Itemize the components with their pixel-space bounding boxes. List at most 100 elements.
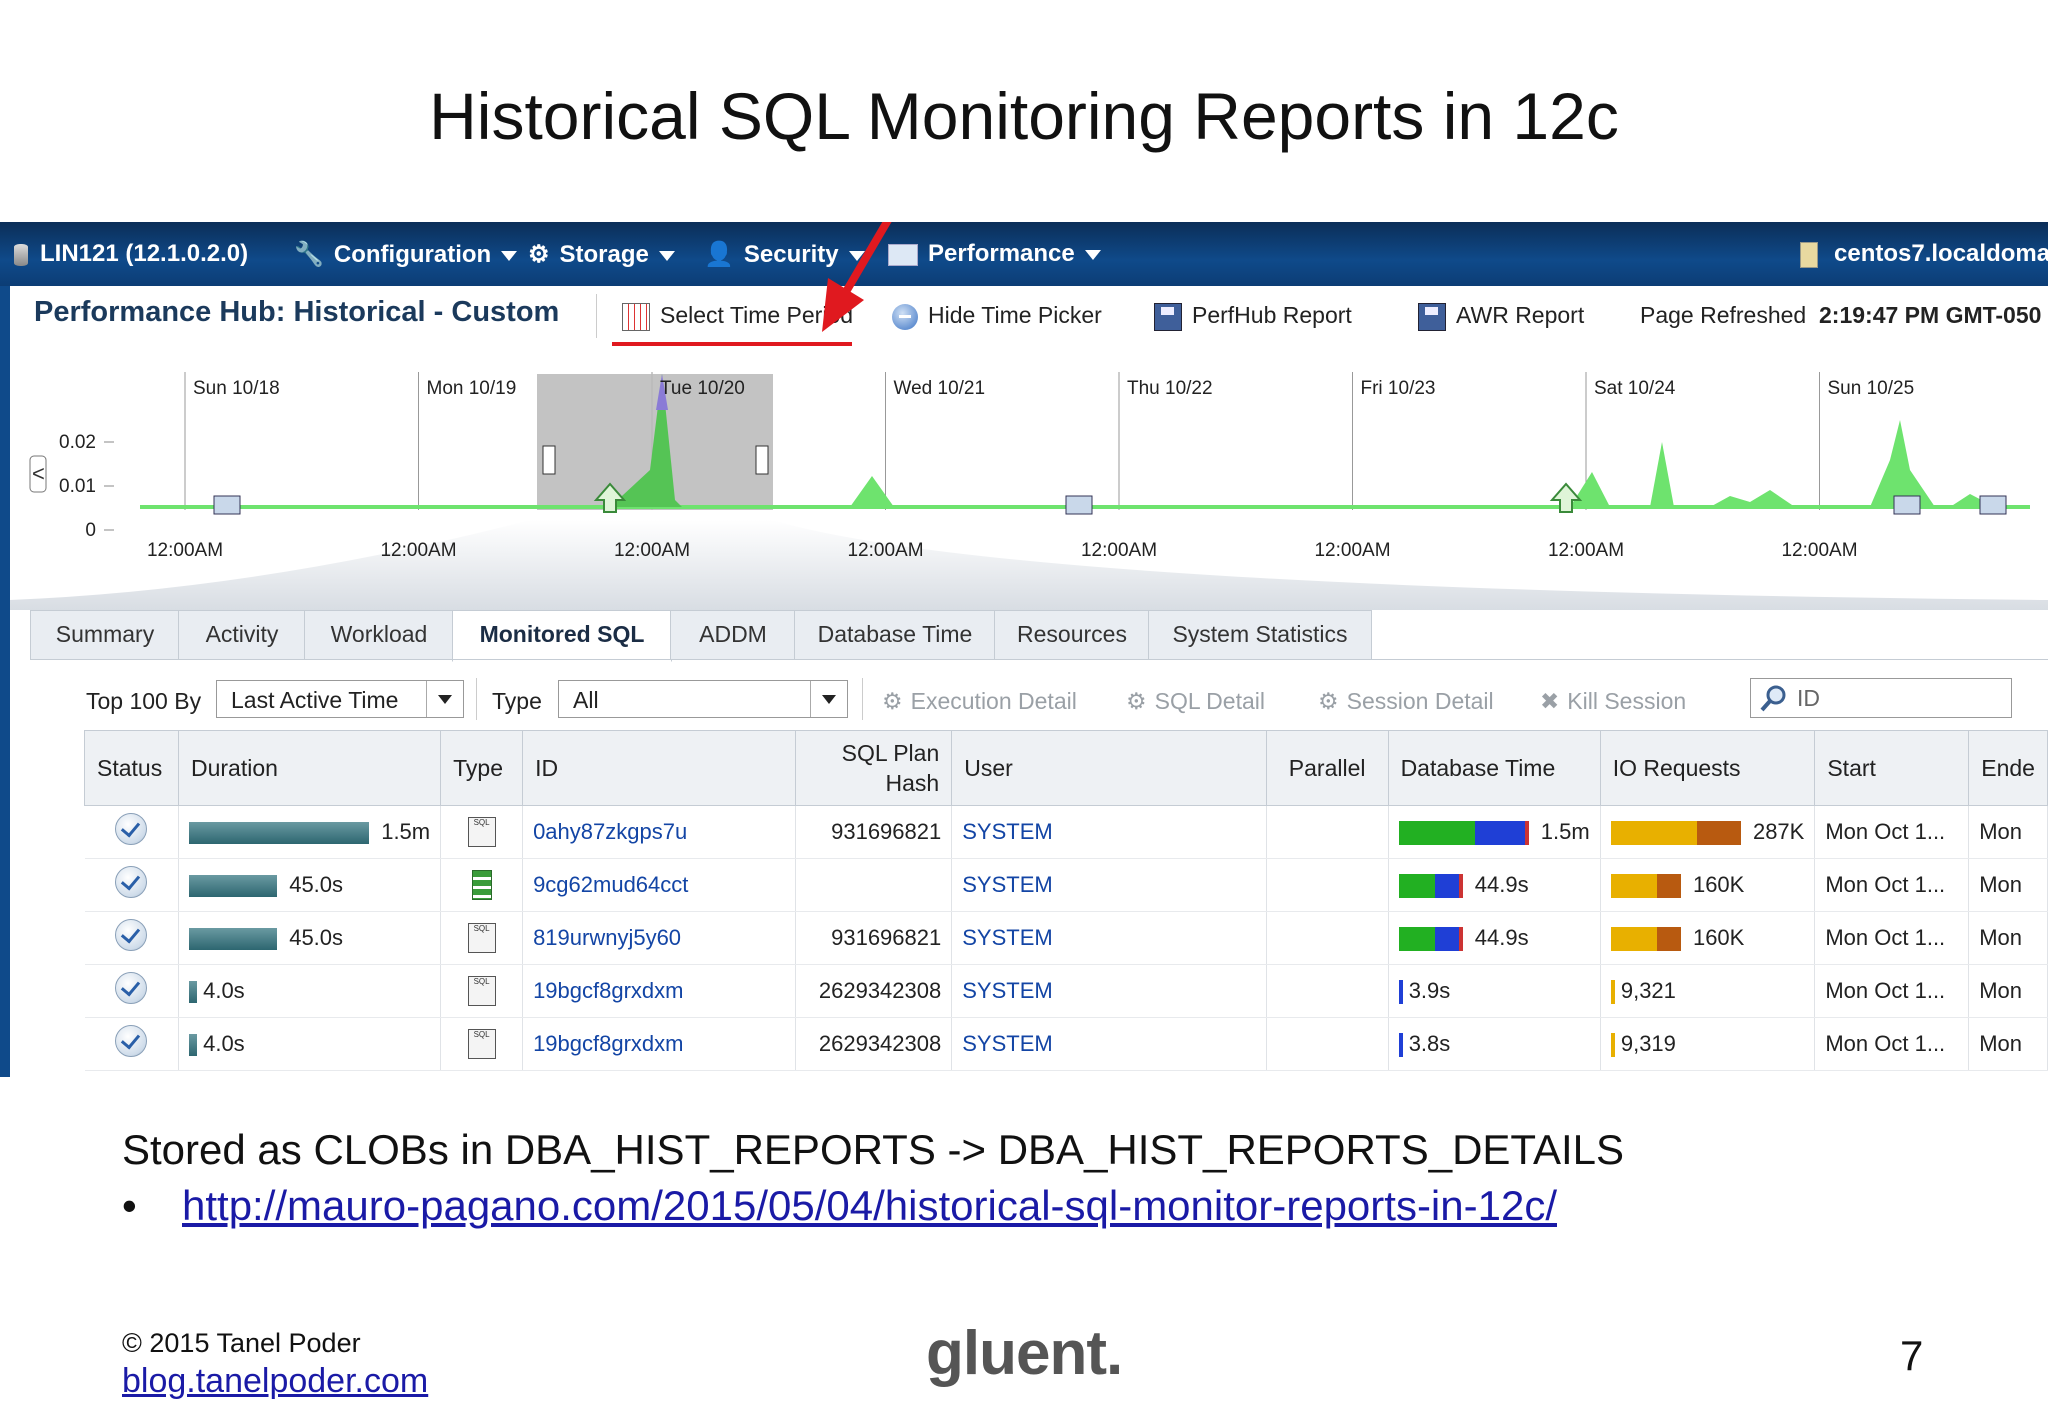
button-label: SQL Detail: [1154, 688, 1265, 714]
user-link[interactable]: SYSTEM: [962, 872, 1052, 897]
tab-system-statistics[interactable]: System Statistics: [1148, 610, 1372, 660]
type-cell: SQL: [440, 1017, 524, 1071]
search-input[interactable]: ID: [1750, 678, 2012, 718]
divider: [596, 294, 597, 338]
sql-id-link[interactable]: 819urwnyj5y60: [533, 925, 681, 950]
camera-icon[interactable]: [1065, 495, 1093, 515]
read-segment: [1610, 1033, 1615, 1058]
plan-hash-cell: 2629342308: [795, 964, 953, 1018]
column-header-status[interactable]: Status: [84, 730, 179, 806]
collapse-label: <: [32, 461, 45, 486]
save-disk-icon: [1154, 302, 1182, 331]
column-header-user[interactable]: User: [951, 730, 1267, 806]
day-label: Tue 10/20: [660, 378, 745, 399]
table-row[interactable]: 4.0s SQL 19bgcf8grxdxm 2629342308 SYSTEM…: [84, 964, 2048, 1018]
menu-label: Storage: [559, 241, 649, 268]
reference-link[interactable]: http://mauro-pagano.com/2015/05/04/histo…: [182, 1182, 1557, 1230]
button-label: Kill Session: [1567, 688, 1687, 714]
sql-id-link[interactable]: 19bgcf8grxdxm: [533, 978, 683, 1003]
type-select[interactable]: All: [558, 680, 848, 718]
user-cell: SYSTEM: [951, 911, 1267, 965]
select-value: Last Active Time: [231, 687, 399, 713]
sql-id-link[interactable]: 0ahy87zkgps7u: [533, 819, 687, 844]
window-right-handle[interactable]: [755, 445, 769, 475]
host-menu[interactable]: centos7.localdomain: [1800, 240, 2048, 268]
duration-cell: 4.0s: [178, 1017, 442, 1071]
status-cell: [84, 964, 179, 1018]
time-label: 12:00AM: [380, 540, 456, 561]
execution-detail-button[interactable]: ⚙ Execution Detail: [882, 688, 1077, 715]
table-row[interactable]: 45.0s 9cg62mud64cct SYSTEM 44.9s 160K Mo…: [84, 858, 2048, 912]
y-tick: 0: [85, 520, 96, 541]
window-left-handle[interactable]: [542, 445, 556, 475]
table-row[interactable]: 1.5m SQL 0ahy87zkgps7u 931696821 SYSTEM …: [84, 805, 2048, 859]
gear-icon: ⚙: [528, 241, 550, 268]
header-line: SQL Plan: [841, 740, 940, 766]
status-cell: [84, 858, 179, 912]
column-header-sql-plan-hash[interactable]: SQL Plan Hash: [795, 730, 953, 806]
sql-detail-button[interactable]: ⚙ SQL Detail: [1126, 688, 1265, 715]
time-label: 12:00AM: [1081, 540, 1157, 561]
start-cell: Mon Oct 1...: [1814, 911, 1970, 965]
status-done-icon: [115, 866, 148, 898]
io-requests-cell: 9,319: [1600, 1017, 1816, 1071]
chevron-down-icon: [810, 681, 847, 717]
tab-activity[interactable]: Activity: [178, 610, 306, 660]
sql-id-link[interactable]: 9cg62mud64cct: [533, 872, 688, 897]
column-header-id[interactable]: ID: [522, 730, 797, 806]
tab-database-time[interactable]: Database Time: [794, 610, 996, 660]
table-row[interactable]: 4.0s SQL 19bgcf8grxdxm 2629342308 SYSTEM…: [84, 1017, 2048, 1071]
menu-storage[interactable]: ⚙ Storage: [528, 240, 675, 269]
kill-session-button[interactable]: ✖ Kill Session: [1540, 688, 1686, 715]
user-link[interactable]: SYSTEM: [962, 1031, 1052, 1056]
duration-bar: [188, 928, 277, 951]
session-detail-button[interactable]: ⚙ Session Detail: [1318, 688, 1494, 715]
tab-addm[interactable]: ADDM: [670, 610, 796, 660]
sql-id-link[interactable]: 19bgcf8grxdxm: [533, 1031, 683, 1056]
top-by-select[interactable]: Last Active Time: [216, 680, 464, 718]
column-header-database-time[interactable]: Database Time: [1387, 730, 1601, 806]
time-picker-chart[interactable]: < 0.02 0.01 0 Sun 10/18 Mon 10/19 Tue 10/2…: [10, 350, 2048, 610]
tab-monitored-sql[interactable]: Monitored SQL: [452, 610, 672, 662]
read-segment: [1610, 874, 1657, 899]
tab-workload[interactable]: Workload: [304, 610, 454, 660]
user-link[interactable]: SYSTEM: [962, 819, 1052, 844]
duration-cell: 1.5m: [178, 805, 442, 859]
id-cell: 19bgcf8grxdxm: [522, 964, 797, 1018]
page-title: Performance Hub: Historical - Custom: [34, 296, 560, 328]
duration-value: 4.0s: [203, 978, 245, 1003]
column-header-parallel[interactable]: Parallel: [1265, 730, 1389, 806]
column-header-ended[interactable]: Ende: [1968, 730, 2048, 806]
activity-spike-wed: [850, 476, 894, 507]
end-cell: Mon: [1968, 805, 2048, 859]
end-cell: Mon: [1968, 1017, 2048, 1071]
database-name: LIN121 (12.1.0.2.0): [40, 240, 249, 267]
awr-report-button[interactable]: AWR Report: [1418, 302, 1584, 331]
enterprise-manager-screenshot: LIN121 (12.1.0.2.0) 🔧 Configuration ⚙ Stor…: [0, 222, 2048, 1077]
time-label: 12:00AM: [1781, 540, 1857, 561]
table-row[interactable]: 45.0s SQL 819urwnyj5y60 931696821 SYSTEM…: [84, 911, 2048, 965]
io-requests-value: 9,319: [1620, 1030, 1676, 1056]
column-header-start[interactable]: Start: [1814, 730, 1970, 806]
time-label: 12:00AM: [614, 540, 690, 561]
camera-icon[interactable]: [213, 495, 241, 515]
host-name: centos7.localdomain: [1834, 240, 2048, 267]
perfhub-report-button[interactable]: PerfHub Report: [1154, 302, 1352, 331]
camera-icon[interactable]: [1979, 495, 2007, 515]
user-link[interactable]: SYSTEM: [962, 978, 1052, 1003]
tab-summary[interactable]: Summary: [30, 610, 180, 660]
menu-configuration[interactable]: 🔧 Configuration: [294, 240, 518, 269]
plan-hash-cell: 931696821: [795, 911, 953, 965]
blog-link[interactable]: blog.tanelpoder.com: [122, 1362, 428, 1401]
tab-resources[interactable]: Resources: [994, 610, 1150, 660]
column-header-type[interactable]: Type: [440, 730, 524, 806]
database-menu[interactable]: LIN121 (12.1.0.2.0): [14, 240, 248, 268]
user-link[interactable]: SYSTEM: [962, 925, 1052, 950]
write-segment: [1656, 874, 1681, 899]
camera-icon[interactable]: [1893, 495, 1921, 515]
day-label: Wed 10/21: [894, 378, 986, 399]
user-cell: SYSTEM: [951, 858, 1267, 912]
column-header-io-requests[interactable]: IO Requests: [1599, 730, 1816, 806]
search-icon: [1759, 683, 1789, 724]
column-header-duration[interactable]: Duration: [177, 730, 442, 806]
